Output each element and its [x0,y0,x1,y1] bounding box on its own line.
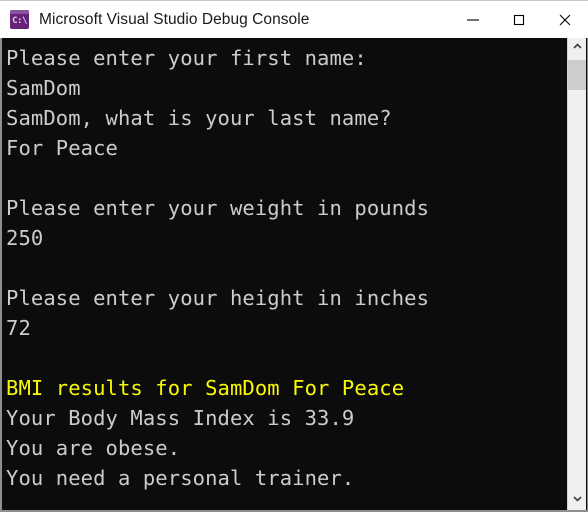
console-window: C:\ Microsoft Visual Studio Debug Consol… [0,0,588,512]
console-output[interactable]: Please enter your first name: SamDom SamDo… [2,38,568,510]
scroll-up-button[interactable] [568,38,586,58]
console-cmd-icon: C:\ [10,10,29,29]
console-line: Your Body Mass Index is 33.9 [6,406,355,430]
chevron-down-icon [572,491,583,509]
console-line: BMI results for SamDom For Peace [6,376,405,400]
console-line: SamDom, what is your last name? [6,106,392,130]
minimize-button[interactable] [450,1,496,38]
console-line: You need a personal trainer. [6,466,355,490]
console-line: 72 [6,316,31,340]
console-line: For Peace [6,136,118,160]
maximize-icon [511,12,527,28]
scrollbar-track[interactable] [568,58,586,490]
minimize-icon [465,12,481,28]
scrollbar-thumb[interactable] [568,60,586,90]
console-line: Please enter your weight in pounds [6,196,430,220]
scroll-down-button[interactable] [568,490,586,510]
console-line: Please enter your first name: [6,46,367,70]
vertical-scrollbar[interactable] [567,38,586,510]
maximize-button[interactable] [496,1,542,38]
console-line: SamDom [6,76,81,100]
close-icon [557,12,573,28]
close-button[interactable] [542,1,588,38]
console-line: 250 [6,226,44,250]
window-title: Microsoft Visual Studio Debug Console [39,10,310,28]
console-body: Please enter your first name: SamDom SamDo… [0,38,588,512]
title-bar[interactable]: C:\ Microsoft Visual Studio Debug Consol… [0,0,588,38]
console-line: Please enter your height in inches [6,286,430,310]
icon-glyph-label: C:\ [12,16,27,26]
console-line: You are obese. [6,436,181,460]
chevron-up-icon [572,39,583,57]
